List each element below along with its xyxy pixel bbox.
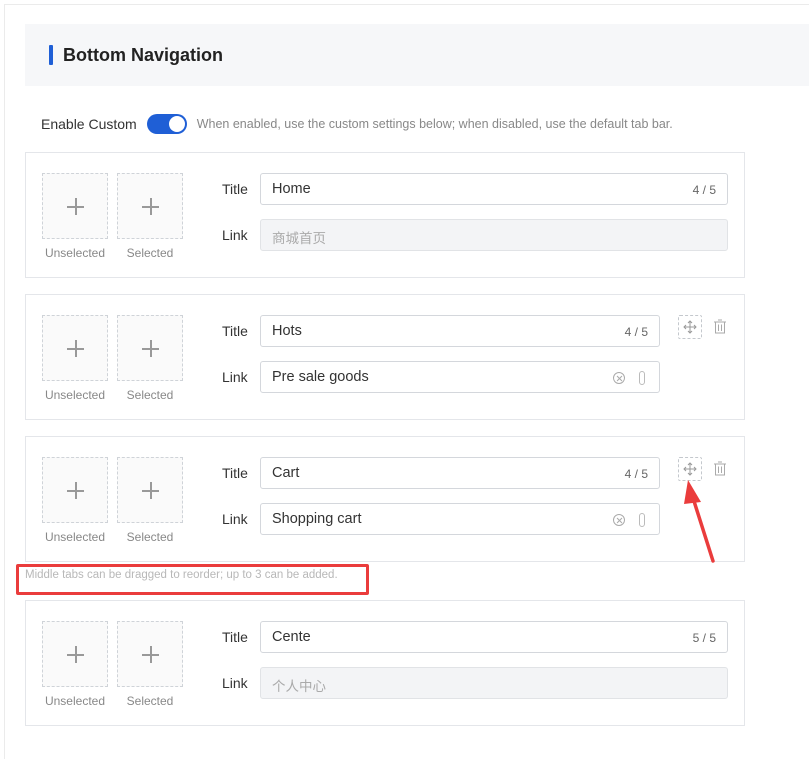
tab-card-cart: Unselected Selected Title Cart 4 / 5 Lin… xyxy=(25,436,745,562)
title-input[interactable]: Home 4 / 5 xyxy=(260,173,728,205)
link-label: Link xyxy=(222,227,248,243)
tab-card-home: Unselected Selected Title Home 4 / 5 Lin… xyxy=(25,152,745,278)
title-counter: 5 / 5 xyxy=(692,631,716,645)
section-title: Bottom Navigation xyxy=(63,45,223,65)
title-counter: 4 / 5 xyxy=(624,325,648,339)
annotation-arrow-icon xyxy=(684,480,715,563)
link-value: 个人中心 xyxy=(272,679,326,694)
unselected-caption: Unselected xyxy=(44,246,106,260)
title-input[interactable]: Cente 5 / 5 xyxy=(260,621,728,653)
upload-unselected-icon[interactable] xyxy=(42,315,108,381)
link-value: Pre sale goods xyxy=(272,369,369,385)
section-header: Bottom Navigation xyxy=(25,24,809,86)
trash-icon[interactable] xyxy=(713,319,727,339)
enable-custom-switch[interactable] xyxy=(146,114,187,134)
link-value: Shopping cart xyxy=(272,511,362,527)
unselected-caption: Unselected xyxy=(44,530,106,544)
tab-card-center: Unselected Selected Title Cente 5 / 5 Li… xyxy=(25,600,745,726)
link-label: Link xyxy=(222,675,248,691)
link-icon[interactable] xyxy=(639,371,645,385)
link-value: 商城首页 xyxy=(272,231,326,246)
upload-unselected-icon[interactable] xyxy=(42,621,108,687)
enable-custom-row: Enable Custom When enabled, use the cust… xyxy=(41,112,673,136)
title-value: Cente xyxy=(272,629,311,645)
upload-selected-icon[interactable] xyxy=(117,621,183,687)
upload-selected-icon[interactable] xyxy=(117,173,183,239)
link-input[interactable]: Shopping cart xyxy=(260,503,660,535)
enable-custom-hint: When enabled, use the custom settings be… xyxy=(196,117,673,131)
link-input: 商城首页 xyxy=(260,219,728,251)
annotation-highlight-box xyxy=(16,564,369,595)
unselected-caption: Unselected xyxy=(44,388,106,402)
upload-unselected-icon[interactable] xyxy=(42,173,108,239)
selected-caption: Selected xyxy=(126,388,174,402)
tab-card-hots: Unselected Selected Title Hots 4 / 5 Lin… xyxy=(25,294,745,420)
clear-icon[interactable] xyxy=(613,372,625,384)
switch-knob xyxy=(168,116,185,132)
title-value: Home xyxy=(272,181,311,197)
link-label: Link xyxy=(222,511,248,527)
upload-unselected-icon[interactable] xyxy=(42,457,108,523)
title-counter: 4 / 5 xyxy=(624,467,648,481)
title-input[interactable]: Hots 4 / 5 xyxy=(260,315,660,347)
title-value: Hots xyxy=(272,323,302,339)
title-label: Title xyxy=(222,629,248,645)
enable-custom-label: Enable Custom xyxy=(41,116,137,132)
selected-caption: Selected xyxy=(126,530,174,544)
clear-icon[interactable] xyxy=(613,514,625,526)
section-accent-bar xyxy=(49,45,53,65)
title-input[interactable]: Cart 4 / 5 xyxy=(260,457,660,489)
link-label: Link xyxy=(222,369,248,385)
title-counter: 4 / 5 xyxy=(692,183,716,197)
title-value: Cart xyxy=(272,465,300,481)
upload-selected-icon[interactable] xyxy=(117,315,183,381)
link-input: 个人中心 xyxy=(260,667,728,699)
link-icon[interactable] xyxy=(639,513,645,527)
link-input[interactable]: Pre sale goods xyxy=(260,361,660,393)
title-label: Title xyxy=(222,465,248,481)
drag-handle-icon[interactable] xyxy=(678,315,702,339)
title-label: Title xyxy=(222,323,248,339)
title-label: Title xyxy=(222,181,248,197)
unselected-caption: Unselected xyxy=(44,694,106,708)
selected-caption: Selected xyxy=(126,246,174,260)
selected-caption: Selected xyxy=(126,694,174,708)
upload-selected-icon[interactable] xyxy=(117,457,183,523)
